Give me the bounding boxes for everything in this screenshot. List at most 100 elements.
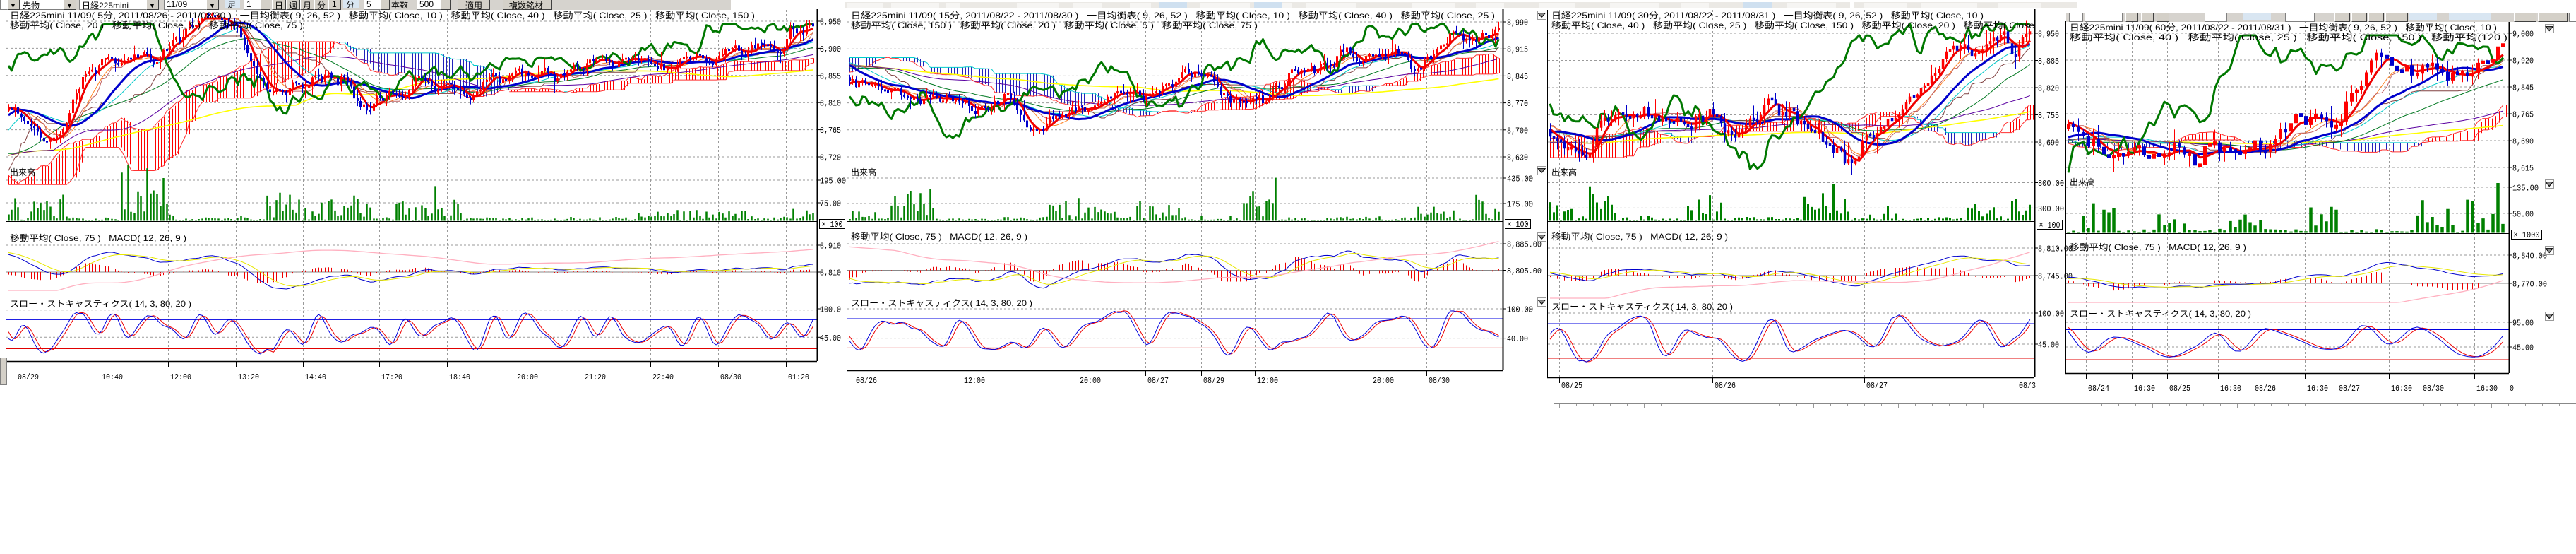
svg-text:8,690: 8,690	[2038, 138, 2059, 148]
svg-text:16:30: 16:30	[2476, 384, 2498, 394]
svg-text:175.00: 175.00	[1507, 200, 1533, 210]
svg-text:× 100: × 100	[1508, 220, 1529, 230]
svg-text:× 1000: × 1000	[2514, 230, 2540, 240]
svg-text:08/27: 08/27	[2339, 384, 2360, 394]
svg-text:08/25: 08/25	[1561, 381, 1582, 391]
svg-text:08/30: 08/30	[2423, 384, 2444, 394]
svg-text:出来高: 出来高	[851, 167, 876, 177]
svg-text:40.00: 40.00	[1507, 334, 1528, 344]
svg-text:8,810: 8,810	[820, 269, 841, 278]
svg-text:8,630: 8,630	[1507, 153, 1528, 163]
svg-text:16:30: 16:30	[2391, 384, 2412, 394]
svg-text:0: 0	[2510, 384, 2514, 394]
svg-text:8,690: 8,690	[2512, 137, 2534, 147]
svg-text:× 100: × 100	[2039, 220, 2061, 230]
svg-text:8,755: 8,755	[2038, 111, 2059, 121]
svg-text:8,615: 8,615	[2512, 164, 2534, 174]
svg-text:45.00: 45.00	[2512, 343, 2534, 353]
svg-text:出来高: 出来高	[2070, 177, 2095, 187]
svg-text:08/27: 08/27	[1866, 381, 1888, 391]
svg-text:16:30: 16:30	[2220, 384, 2241, 394]
svg-text:12:00: 12:00	[1257, 376, 1278, 386]
svg-text:8,765: 8,765	[2512, 110, 2534, 120]
svg-text:8,810.00: 8,810.00	[2038, 244, 2073, 254]
svg-text:195.00: 195.00	[820, 177, 846, 187]
svg-text:18:40: 18:40	[449, 372, 470, 382]
svg-text:08/30: 08/30	[720, 372, 741, 382]
svg-text:8,720: 8,720	[820, 153, 841, 163]
svg-text:移動平均( Close, 75 ) MACD( 12,: 移動平均( Close, 75 ) MACD( 12, 26, 9 )	[10, 233, 186, 243]
svg-text:8,910: 8,910	[820, 242, 841, 252]
svg-text:スロー・ストキャスティクス( 14, 3, 80, 20 ): スロー・ストキャスティクス( 14, 3, 80, 20 )	[10, 299, 191, 309]
svg-text:50.00: 50.00	[2512, 210, 2534, 220]
svg-text:20:00: 20:00	[1080, 376, 1101, 386]
svg-text:100.00: 100.00	[1507, 305, 1533, 315]
svg-text:8,915: 8,915	[1507, 45, 1528, 55]
svg-text:スロー・ストキャスティクス( 14, 3, 80, 20 ): スロー・ストキャスティクス( 14, 3, 80, 20 )	[851, 298, 1032, 308]
svg-text:01:20: 01:20	[788, 372, 809, 382]
svg-text:20:00: 20:00	[517, 372, 538, 382]
svg-text:08/3: 08/3	[2019, 381, 2036, 391]
svg-text:08/25: 08/25	[2169, 384, 2190, 394]
svg-text:スロー・ストキャスティクス( 14, 3, 80, 20 ): スロー・ストキャスティクス( 14, 3, 80, 20 )	[2070, 309, 2251, 319]
svg-text:45.00: 45.00	[820, 334, 841, 343]
svg-text:日経225mini 11/09( 5分, 2011/08/2: 日経225mini 11/09( 5分, 2011/08/26 - 2011/0…	[10, 11, 755, 20]
svg-text:14:40: 14:40	[305, 372, 326, 382]
svg-text:08/29: 08/29	[18, 372, 39, 382]
svg-text:08/24: 08/24	[2088, 384, 2109, 394]
svg-text:12:00: 12:00	[964, 376, 985, 386]
svg-text:800.00: 800.00	[2038, 179, 2064, 189]
svg-text:08/30: 08/30	[1429, 376, 1450, 386]
svg-text:08/27: 08/27	[1147, 376, 1169, 386]
svg-text:100.00: 100.00	[2038, 310, 2064, 319]
svg-text:8,845: 8,845	[2512, 83, 2534, 93]
svg-text:08/29: 08/29	[1203, 376, 1224, 386]
svg-text:20:00: 20:00	[1373, 376, 1394, 386]
svg-text:8,950: 8,950	[2038, 30, 2059, 40]
svg-text:22:40: 22:40	[652, 372, 674, 382]
svg-text:8,745.00: 8,745.00	[2038, 272, 2073, 282]
svg-text:8,920: 8,920	[2512, 57, 2534, 66]
svg-text:移動平均( Close, 40 ) 移動平均( Clos: 移動平均( Close, 40 ) 移動平均( Close, 25 ) 移動平均…	[2070, 33, 2508, 42]
svg-text:300.00: 300.00	[2038, 204, 2064, 214]
svg-text:日経225mini 11/09( 15分, 2011/08/: 日経225mini 11/09( 15分, 2011/08/22 - 2011/…	[851, 11, 1495, 20]
svg-text:8,885.00: 8,885.00	[1507, 240, 1542, 250]
svg-text:出来高: 出来高	[1551, 167, 1577, 177]
svg-text:移動平均( Close, 75 ) MACD( 12,: 移動平均( Close, 75 ) MACD( 12, 26, 9 )	[851, 232, 1027, 242]
svg-text:8,805.00: 8,805.00	[1507, 266, 1542, 276]
svg-text:16:30: 16:30	[2307, 384, 2328, 394]
svg-text:8,765: 8,765	[820, 126, 841, 136]
svg-text:75.00: 75.00	[820, 199, 841, 209]
svg-text:日経225mini 11/09( 60分, 2011/08/: 日経225mini 11/09( 60分, 2011/08/22 - 2011/…	[2070, 23, 2497, 33]
svg-text:8,810: 8,810	[820, 99, 841, 109]
svg-text:8,900: 8,900	[820, 45, 841, 54]
svg-text:移動平均( Close, 75 ) MACD( 12,: 移動平均( Close, 75 ) MACD( 12, 26, 9 )	[2070, 242, 2246, 252]
svg-text:12:00: 12:00	[170, 372, 191, 382]
svg-text:9,000: 9,000	[2512, 30, 2534, 40]
svg-text:移動平均( Close, 150 ) 移動平均( Clo: 移動平均( Close, 150 ) 移動平均( Close, 20 ) 移動平…	[851, 20, 1258, 30]
svg-text:8,700: 8,700	[1507, 126, 1528, 136]
svg-text:10:40: 10:40	[102, 372, 123, 382]
svg-text:スロー・ストキャスティクス( 14, 3, 80, 20 ): スロー・ストキャスティクス( 14, 3, 80, 20 )	[1551, 302, 1733, 312]
svg-text:8,840.00: 8,840.00	[2512, 252, 2547, 261]
svg-text:移動平均( Close, 20 ) 移動平均( Clos: 移動平均( Close, 20 ) 移動平均( Close, 5 ) 移動平均(…	[10, 20, 303, 30]
svg-text:× 100: × 100	[822, 220, 843, 230]
svg-text:100.0: 100.0	[820, 305, 841, 315]
svg-text:95.00: 95.00	[2512, 319, 2534, 329]
svg-text:08/26: 08/26	[856, 376, 877, 386]
svg-text:8,855: 8,855	[820, 71, 841, 81]
svg-text:45.00: 45.00	[2038, 341, 2059, 350]
svg-text:出来高: 出来高	[10, 167, 35, 177]
svg-text:16:30: 16:30	[2134, 384, 2155, 394]
svg-text:21:20: 21:20	[585, 372, 606, 382]
svg-text:8,885: 8,885	[2038, 57, 2059, 66]
svg-text:13:20: 13:20	[238, 372, 259, 382]
svg-text:08/26: 08/26	[2255, 384, 2276, 394]
svg-text:8,770: 8,770	[1507, 99, 1528, 109]
svg-text:135.00: 135.00	[2512, 184, 2539, 194]
svg-text:435.00: 435.00	[1507, 175, 1533, 184]
svg-text:移動平均( Close, 40 ) 移動平均( Clos: 移動平均( Close, 40 ) 移動平均( Close, 25 ) 移動平均…	[1551, 20, 2034, 30]
svg-text:17:20: 17:20	[381, 372, 402, 382]
svg-text:8,770.00: 8,770.00	[2512, 280, 2547, 290]
svg-text:8,820: 8,820	[2038, 84, 2059, 94]
